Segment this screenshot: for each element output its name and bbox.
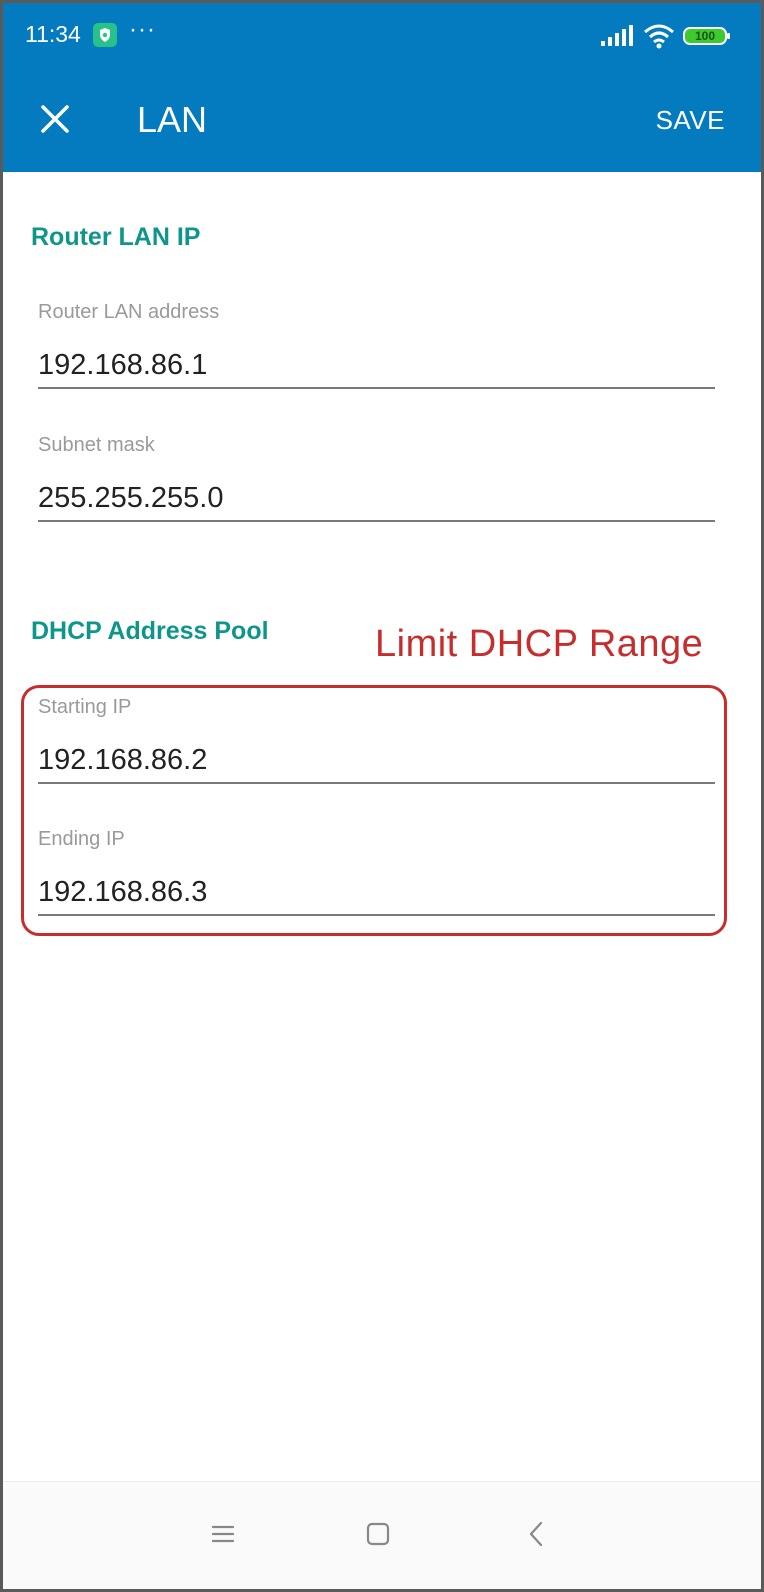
starting-ip-input[interactable] <box>38 738 715 784</box>
back-icon <box>529 1521 543 1547</box>
recent-apps-button[interactable] <box>201 1512 245 1556</box>
subnet-mask-field: Subnet mask <box>38 434 715 522</box>
signal-icon <box>601 25 633 52</box>
annotation-label: Limit DHCP Range <box>375 623 704 665</box>
home-icon <box>366 1522 390 1546</box>
security-shield-icon <box>93 23 117 47</box>
ending-ip-input[interactable] <box>38 870 715 916</box>
battery-icon: 100 <box>683 27 730 45</box>
ending-ip-field: Ending IP <box>38 828 715 916</box>
app-bar: 11:34 ··· 100 LAN SAVE <box>3 3 761 172</box>
close-icon <box>41 105 69 133</box>
router-lan-address-input[interactable] <box>38 343 715 389</box>
page-title: LAN <box>137 99 208 140</box>
status-bar: 11:34 ··· 100 <box>3 3 761 65</box>
subnet-mask-label: Subnet mask <box>38 434 155 456</box>
section-title-router-lan-ip: Router LAN IP <box>31 223 201 251</box>
status-time: 11:34 <box>25 21 81 47</box>
back-button[interactable] <box>514 1512 558 1556</box>
system-nav-bar <box>3 1481 761 1589</box>
more-notifications-icon: ··· <box>129 16 156 43</box>
router-lan-address-field: Router LAN address <box>38 301 715 389</box>
router-lan-address-label: Router LAN address <box>38 301 220 323</box>
section-title-dhcp-address-pool: DHCP Address Pool <box>31 617 269 645</box>
starting-ip-field: Starting IP <box>38 696 715 784</box>
phone-screen: 11:34 ··· 100 LAN SAVE Router LAN IP Rou… <box>3 3 761 1589</box>
ending-ip-label: Ending IP <box>38 828 125 850</box>
wifi-icon <box>643 23 675 54</box>
close-button[interactable] <box>37 101 73 137</box>
starting-ip-label: Starting IP <box>38 696 132 718</box>
subnet-mask-input[interactable] <box>38 476 715 522</box>
save-button[interactable]: SAVE <box>656 105 725 136</box>
menu-icon <box>211 1525 235 1543</box>
home-button[interactable] <box>356 1512 400 1556</box>
